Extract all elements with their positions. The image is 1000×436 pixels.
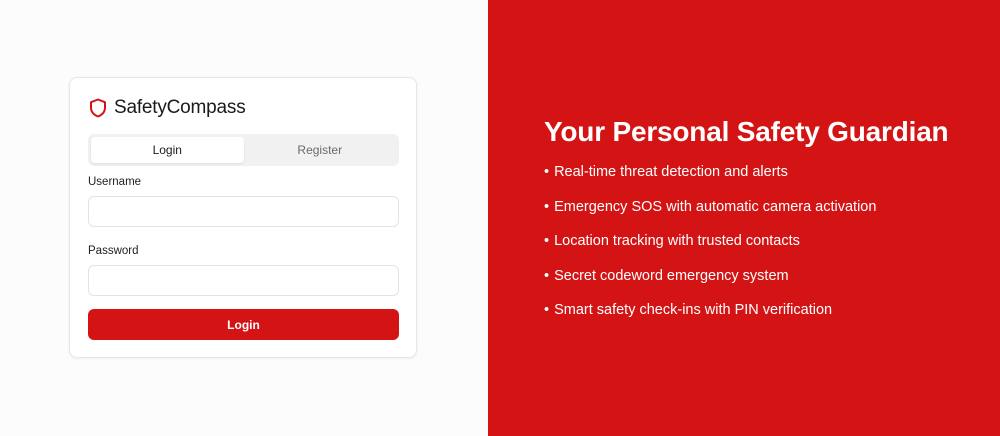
brand-name: SafetyCompass	[114, 97, 246, 118]
hero-title: Your Personal Safety Guardian	[544, 116, 949, 147]
login-button[interactable]: Login	[88, 309, 399, 340]
brand: SafetyCompass	[89, 96, 246, 120]
feature-item: • Emergency SOS with automatic camera act…	[544, 197, 876, 232]
feature-text: Emergency SOS with automatic camera acti…	[554, 198, 877, 215]
tab-login[interactable]: Login	[91, 137, 244, 163]
tab-register[interactable]: Register	[244, 137, 397, 163]
bullet: •	[544, 267, 550, 284]
auth-panel: SafetyCompass Login Register Username Pa…	[0, 0, 488, 436]
feature-item: • Secret codeword emergency system	[544, 266, 876, 301]
feature-list: • Real-time threat detection and alerts •…	[544, 162, 876, 335]
feature-text: Location tracking with trusted contacts	[554, 233, 800, 249]
password-label: Password	[88, 245, 139, 257]
login-card: SafetyCompass Login Register Username Pa…	[69, 77, 417, 358]
feature-text: Secret codeword emergency system	[554, 267, 789, 284]
auth-tabs: Login Register	[88, 134, 399, 166]
username-label: Username	[88, 176, 142, 188]
page: SafetyCompass Login Register Username Pa…	[0, 0, 1000, 436]
hero-panel: Your Personal Safety Guardian • Real-time…	[488, 0, 1000, 436]
password-input[interactable]	[88, 265, 399, 296]
bullet: •	[544, 164, 550, 180]
bullet: •	[544, 302, 550, 318]
username-input[interactable]	[88, 196, 399, 227]
bullet: •	[544, 233, 550, 249]
shield-icon	[89, 98, 107, 118]
feature-item: • Smart safety check-ins with PIN verific…	[544, 300, 876, 335]
feature-text: Real-time threat detection and alerts	[554, 164, 788, 180]
feature-item: • Real-time threat detection and alerts	[544, 162, 876, 197]
bullet: •	[544, 198, 550, 215]
feature-text: Smart safety check-ins with PIN verifica…	[554, 302, 833, 318]
feature-item: • Location tracking with trusted contacts	[544, 231, 876, 266]
